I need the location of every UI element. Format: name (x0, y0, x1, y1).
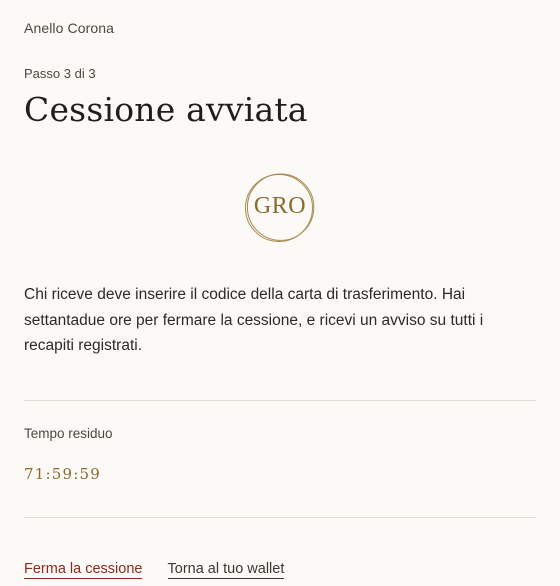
seal-emblem: GRO (244, 172, 316, 244)
transfer-description: Chi riceve deve inserire il codice della… (24, 286, 484, 354)
stop-transfer-link[interactable]: Ferma la cessione (24, 561, 143, 579)
brand-name: Anello Corona (24, 20, 115, 36)
transfer-confirmation-page: Anello Corona Passo 3 di 3 Cessione avvi… (24, 0, 536, 586)
divider (24, 400, 536, 401)
divider (24, 517, 536, 518)
countdown-timer: 71:59:59 (24, 465, 101, 483)
step-indicator: Passo 3 di 3 (24, 66, 96, 81)
back-to-wallet-link[interactable]: Torna al tuo wallet (167, 561, 285, 579)
timer-label: Tempo residuo (24, 426, 113, 441)
page-title: Cessione avviata (24, 90, 308, 129)
action-links: Ferma la cessione Torna al tuo wallet (24, 561, 285, 579)
seal-label: GRO (253, 193, 307, 219)
